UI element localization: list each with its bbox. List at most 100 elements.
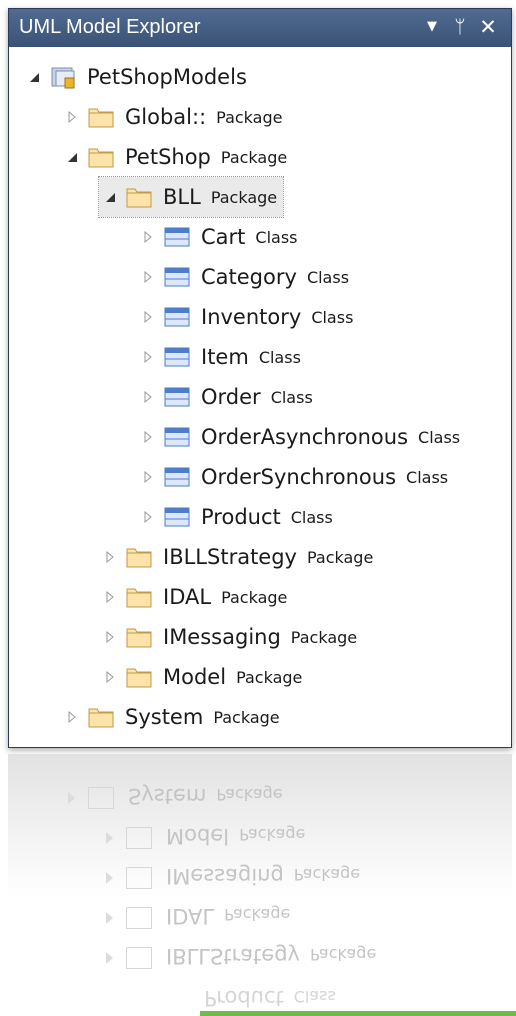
node-kind: Package (306, 547, 374, 567)
node-name: IDAL (163, 585, 212, 609)
tree-node-class-ordersynchronous[interactable]: OrderSynchronous Class (137, 457, 448, 497)
reflection-row: Model Package (166, 824, 306, 848)
collapse-arrow-icon[interactable] (99, 186, 121, 208)
node-name: IBLLStrategy (163, 545, 297, 569)
close-icon[interactable]: ✕ (477, 13, 499, 41)
node-name: PetShopModels (87, 65, 247, 89)
reflection-row: IBLLStrategy Package (166, 944, 377, 968)
node-kind: Class (258, 347, 301, 367)
expand-arrow-icon[interactable] (137, 426, 159, 448)
reflection-folder-icon (126, 867, 152, 889)
tree-node-idal[interactable]: IDAL Package (99, 577, 287, 617)
tree-node-class-category[interactable]: Category Class (137, 257, 349, 297)
reflection-folder-icon (126, 947, 152, 969)
reflection-row: IDAL Package (166, 904, 291, 928)
class-icon (163, 424, 191, 450)
collapse-arrow-icon[interactable] (23, 66, 45, 88)
class-icon (163, 224, 191, 250)
class-icon (163, 384, 191, 410)
expand-arrow-icon[interactable] (99, 546, 121, 568)
package-folder-icon (125, 544, 153, 570)
node-name: IMessaging (163, 625, 281, 649)
class-icon (163, 464, 191, 490)
node-name: OrderAsynchronous (201, 425, 409, 449)
panel-reflection: System Package Model Package IMessaging Pac… (8, 754, 512, 1016)
reflection-arrow-icon (106, 872, 113, 884)
reflection-arrow-icon (106, 832, 113, 844)
reflection-folder-icon (126, 827, 152, 849)
reflection-folder-icon (126, 907, 152, 929)
node-kind: Class (306, 267, 350, 287)
tree-node-petshop[interactable]: PetShop Package (61, 137, 287, 177)
node-kind: Class (406, 467, 449, 487)
expand-arrow-icon[interactable] (137, 306, 159, 328)
class-icon (163, 504, 191, 530)
node-name: Inventory (201, 305, 302, 329)
tree-node-system[interactable]: System Package (61, 697, 280, 737)
expand-arrow-icon[interactable] (137, 466, 159, 488)
expand-arrow-icon[interactable] (61, 706, 83, 728)
expand-arrow-icon[interactable] (137, 226, 159, 248)
node-kind: Class (311, 307, 354, 327)
tree-node-imessaging[interactable]: IMessaging Package (99, 617, 357, 657)
package-folder-icon (125, 184, 153, 210)
node-kind: Package (216, 107, 283, 127)
reflection-row: System Package (128, 784, 283, 808)
tree-node-class-product[interactable]: Product Class (137, 497, 333, 537)
node-kind: Class (290, 507, 333, 527)
tree-node-class-cart[interactable]: Cart Class (137, 217, 298, 257)
window-position-dropdown-icon[interactable]: ▼ (421, 13, 443, 41)
node-kind: Class (270, 387, 313, 407)
node-kind: Package (236, 667, 303, 687)
package-folder-icon (125, 584, 153, 610)
package-folder-icon (87, 704, 115, 730)
tree-node-bll[interactable]: BLL Package (97, 176, 285, 218)
reflection-folder-icon (88, 787, 114, 809)
tree-node-global[interactable]: Global:: Package (61, 97, 282, 137)
tree-node-class-inventory[interactable]: Inventory Class (137, 297, 353, 337)
package-folder-icon (125, 664, 153, 690)
tree-node-class-order[interactable]: Order Class (137, 377, 313, 417)
node-kind: Package (221, 587, 288, 607)
expand-arrow-icon[interactable] (61, 106, 83, 128)
expand-arrow-icon[interactable] (137, 386, 159, 408)
package-folder-icon (87, 144, 115, 170)
class-icon (163, 344, 191, 370)
auto-hide-pin-icon[interactable]: ᛘ (449, 13, 471, 41)
reflection-arrow-icon (106, 912, 113, 924)
expand-arrow-icon[interactable] (137, 346, 159, 368)
node-name: Item (201, 345, 249, 369)
tree-node-class-orderasynchronous[interactable]: OrderAsynchronous Class (137, 417, 460, 457)
node-name: Cart (201, 225, 246, 249)
node-name: Category (201, 265, 297, 289)
class-icon (163, 264, 191, 290)
node-kind: Class (255, 227, 298, 247)
title-bar: UML Model Explorer ▼ ᛘ ✕ (9, 9, 511, 47)
node-name: Product (201, 505, 281, 529)
expand-arrow-icon[interactable] (137, 266, 159, 288)
reflection-row: Product Class (204, 986, 336, 1010)
node-kind: Package (210, 187, 278, 207)
class-icon (163, 304, 191, 330)
node-name: Model (163, 665, 227, 689)
node-name: Order (201, 385, 261, 409)
accent-bar (200, 1011, 516, 1016)
tree-node-model[interactable]: Model Package (99, 657, 302, 697)
expand-arrow-icon[interactable] (99, 666, 121, 688)
uml-model-explorer-panel: UML Model Explorer ▼ ᛘ ✕ PetShopModels G… (8, 8, 512, 748)
reflection-arrow-icon (68, 792, 75, 804)
collapse-arrow-icon[interactable] (61, 146, 83, 168)
expand-arrow-icon[interactable] (99, 586, 121, 608)
node-kind: Package (213, 707, 280, 727)
expand-arrow-icon[interactable] (99, 626, 121, 648)
tree-node-petshopmodels[interactable]: PetShopModels (23, 57, 247, 97)
package-folder-icon (87, 104, 115, 130)
tree-node-class-item[interactable]: Item Class (137, 337, 301, 377)
node-name: Global:: (125, 105, 207, 129)
node-kind: Package (290, 627, 358, 647)
node-name: System (125, 705, 204, 729)
reflection-row: IMessaging Package (166, 864, 361, 888)
tree-node-ibllstrategy[interactable]: IBLLStrategy Package (99, 537, 373, 577)
expand-arrow-icon[interactable] (137, 506, 159, 528)
node-kind: Package (220, 147, 288, 167)
